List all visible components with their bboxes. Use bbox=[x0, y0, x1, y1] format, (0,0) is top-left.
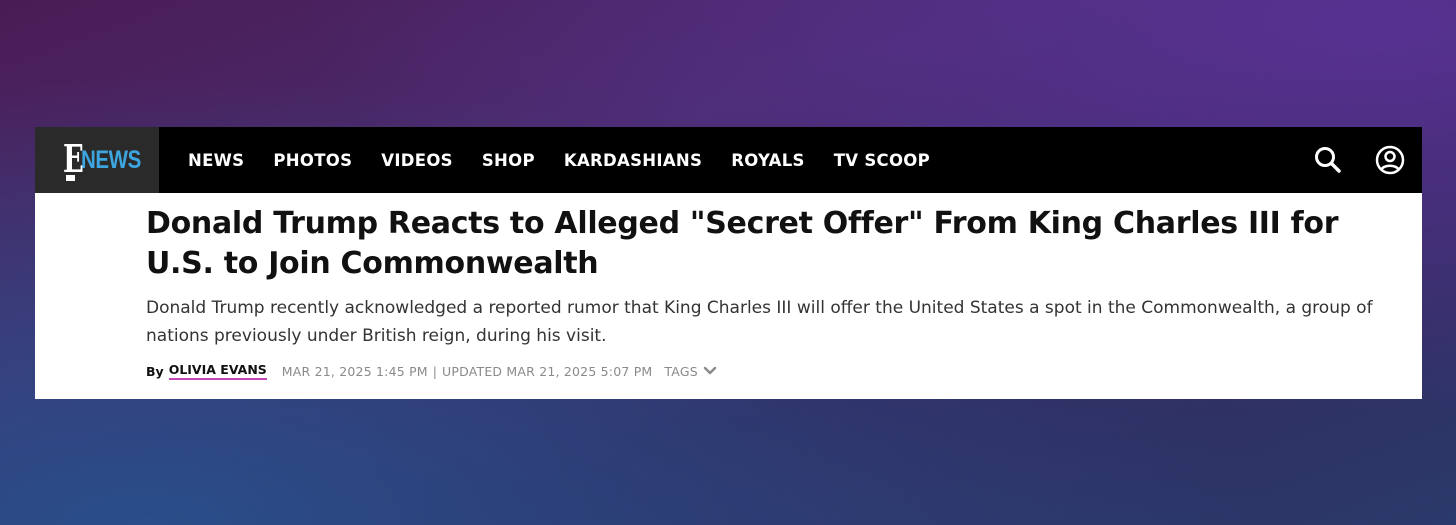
byline-separator: | bbox=[432, 363, 438, 379]
main-nav: NEWS PHOTOS VIDEOS SHOP KARDASHIANS ROYA… bbox=[188, 127, 959, 193]
nav-item-shop[interactable]: SHOP bbox=[482, 151, 535, 170]
user-account-icon[interactable] bbox=[1373, 143, 1407, 177]
article-headline: Donald Trump Reacts to Alleged "Secret O… bbox=[146, 206, 1339, 281]
published-timestamp: MAR 21, 2025 1:45 PM bbox=[281, 363, 428, 379]
byline-prefix: By bbox=[146, 363, 164, 379]
author-link[interactable]: OLIVIA EVANS bbox=[168, 362, 267, 380]
nav-item-videos[interactable]: VIDEOS bbox=[381, 151, 453, 170]
nav-item-tv-scoop[interactable]: TV SCOOP bbox=[834, 151, 930, 170]
nav-item-photos[interactable]: PHOTOS bbox=[273, 151, 352, 170]
top-navigation-bar: E NEWS NEWS PHOTOS VIDEOS SHOP KARDASHIA… bbox=[35, 127, 1422, 193]
logo-dot bbox=[66, 175, 75, 181]
nav-item-kardashians[interactable]: KARDASHIANS bbox=[564, 151, 702, 170]
nav-item-royals[interactable]: ROYALS bbox=[731, 151, 804, 170]
nav-item-news[interactable]: NEWS bbox=[188, 151, 244, 170]
article-byline: By OLIVIA EVANS MAR 21, 2025 1:45 PM | U… bbox=[146, 361, 717, 381]
article-dek: Donald Trump recently acknowledged a rep… bbox=[146, 298, 1373, 346]
tags-dropdown[interactable]: TAGS bbox=[664, 363, 717, 379]
chevron-down-icon bbox=[703, 366, 717, 375]
article-header-card: E NEWS NEWS PHOTOS VIDEOS SHOP KARDASHIA… bbox=[35, 127, 1422, 399]
logo-word: NEWS bbox=[81, 146, 141, 174]
updated-timestamp: UPDATED MAR 21, 2025 5:07 PM bbox=[442, 363, 653, 379]
enews-logo[interactable]: E NEWS bbox=[35, 127, 159, 193]
tags-label: TAGS bbox=[664, 363, 698, 379]
search-icon[interactable] bbox=[1311, 143, 1345, 177]
